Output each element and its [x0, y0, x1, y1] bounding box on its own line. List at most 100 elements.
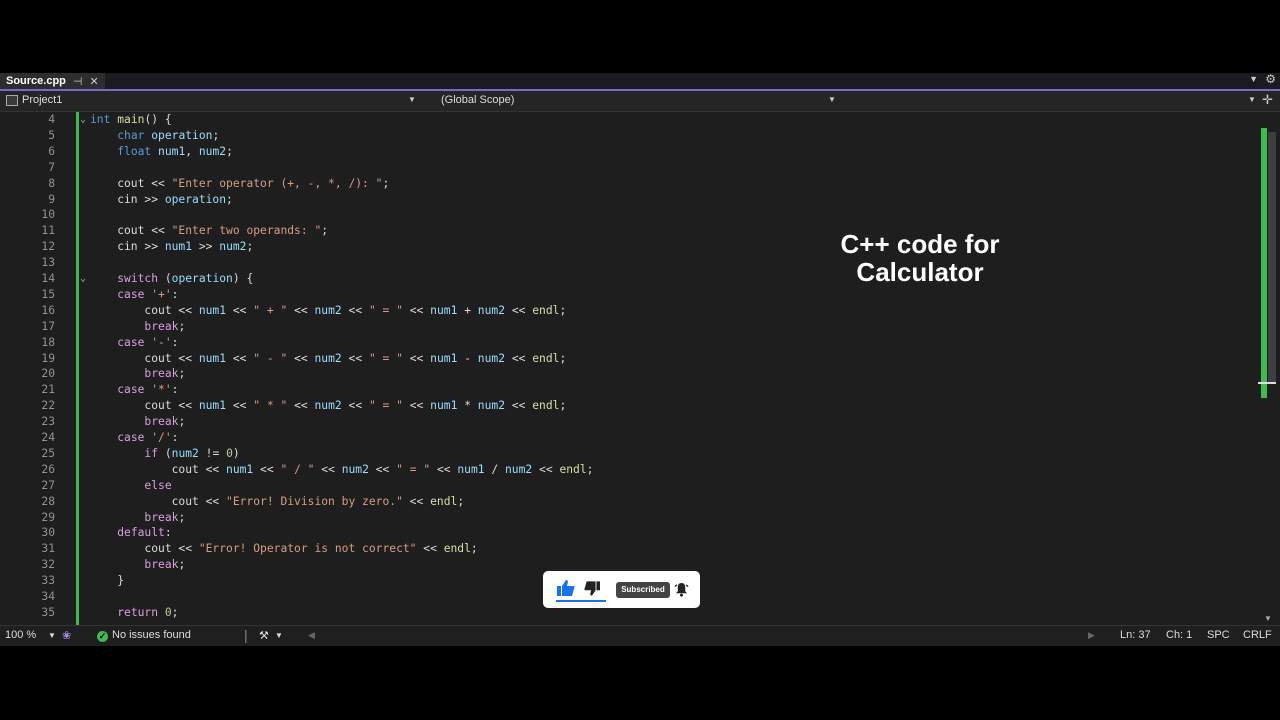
- title-line-2: Calculator: [856, 257, 984, 287]
- column-number[interactable]: Ch: 1: [1166, 629, 1192, 641]
- line-number: 33: [41, 574, 55, 588]
- scrollbar-thumb[interactable]: [1268, 132, 1276, 382]
- code-line[interactable]: 15 case '+':: [0, 287, 1258, 303]
- tab-list-dropdown-icon[interactable]: ▼: [1249, 74, 1258, 84]
- code-text: cout << "Enter two operands: ";: [90, 224, 329, 238]
- line-number: 10: [41, 208, 55, 222]
- code-text: float num1, num2;: [117, 144, 233, 158]
- code-text: break;: [144, 510, 186, 524]
- subscribed-button[interactable]: Subscribed: [616, 582, 670, 598]
- code-line[interactable]: 18 case '-':: [0, 335, 1258, 351]
- code-line[interactable]: 14 ⌄ switch (operation) {: [0, 271, 1258, 287]
- code-line[interactable]: 24 case '/':: [0, 430, 1258, 446]
- code-line[interactable]: 7: [0, 160, 1258, 176]
- line-number: 22: [41, 399, 55, 413]
- code-line[interactable]: 30 default:: [0, 525, 1258, 541]
- line-number: 8: [48, 176, 55, 190]
- code-editor[interactable]: 4 ⌄ int main() {5 char operation; 6 float n…: [0, 112, 1258, 625]
- fold-toggle-icon[interactable]: ⌄: [80, 112, 86, 128]
- code-line[interactable]: 8 cout << "Enter operator (+, -, *, /): …: [0, 176, 1258, 192]
- code-line[interactable]: 6 float num1, num2;: [0, 144, 1258, 160]
- scope-selector[interactable]: (Global Scope): [441, 94, 514, 106]
- code-line[interactable]: 25 if (num2 != 0): [0, 446, 1258, 462]
- check-icon: ✓: [97, 631, 108, 642]
- status-bar: 100 % ▼ ❀ ✓ No issues found | ⚒ ▼ ◀ ▶ Ln:…: [0, 625, 1280, 646]
- line-number: 7: [48, 160, 55, 174]
- code-line[interactable]: 12 cin >> num1 >> num2;: [0, 239, 1258, 255]
- code-line[interactable]: 21 case '*':: [0, 382, 1258, 398]
- line-number: 11: [41, 224, 55, 238]
- bell-icon[interactable]: [674, 582, 689, 597]
- split-view-icon[interactable]: ✛: [1262, 92, 1273, 108]
- tab-bar: Source.cpp ⊣ ✕ ▼ ⚙: [0, 72, 1280, 91]
- code-line[interactable]: 17 break;: [0, 319, 1258, 335]
- line-number: 35: [41, 605, 55, 619]
- line-number: 29: [41, 510, 55, 524]
- tab-source-cpp[interactable]: Source.cpp ⊣ ✕: [0, 73, 105, 89]
- thumbs-down-icon[interactable]: [584, 581, 600, 596]
- zoom-level[interactable]: 100 %: [5, 629, 36, 641]
- thumbs-up-icon[interactable]: [557, 580, 575, 596]
- code-line[interactable]: 9 cin >> operation;: [0, 192, 1258, 208]
- line-number: 20: [41, 367, 55, 381]
- code-line[interactable]: 11 cout << "Enter two operands: ";: [0, 223, 1258, 239]
- code-text: case '-':: [117, 335, 179, 349]
- code-cleanup-icon[interactable]: ⚒: [259, 629, 269, 642]
- vertical-scrollbar[interactable]: ▼: [1258, 112, 1280, 625]
- code-text: else: [144, 478, 172, 492]
- code-text: cout << num1 << " * " << num2 << " = " <…: [90, 399, 567, 413]
- subscribe-widget: Subscribed: [543, 571, 700, 608]
- line-number[interactable]: Ln: 37: [1120, 629, 1151, 641]
- line-number: 13: [41, 256, 55, 270]
- code-text: cout << num1 << " / " << num2 << " = " <…: [90, 462, 594, 476]
- chevron-down-icon[interactable]: ▼: [408, 95, 416, 104]
- code-text: cout << num1 << " + " << num2 << " = " <…: [90, 303, 567, 317]
- code-line[interactable]: 26 cout << num1 << " / " << num2 << " = …: [0, 462, 1258, 478]
- code-line[interactable]: 5 char operation;: [0, 128, 1258, 144]
- code-line[interactable]: 20 break;: [0, 366, 1258, 382]
- line-number: 15: [41, 287, 55, 301]
- line-ending[interactable]: CRLF: [1243, 629, 1272, 641]
- code-line[interactable]: 13: [0, 255, 1258, 271]
- chevron-down-icon[interactable]: ▼: [275, 631, 283, 640]
- code-line[interactable]: 16 cout << num1 << " + " << num2 << " = …: [0, 303, 1258, 319]
- code-text: cout << num1 << " - " << num2 << " = " <…: [90, 351, 567, 365]
- line-number: 14: [41, 272, 55, 285]
- line-number: 16: [41, 303, 55, 317]
- pin-icon[interactable]: ⊣: [73, 75, 83, 88]
- fold-toggle-icon[interactable]: ⌄: [80, 271, 86, 287]
- copilot-icon[interactable]: ❀: [62, 629, 71, 642]
- scroll-left-icon[interactable]: ◀: [308, 630, 315, 641]
- code-line[interactable]: 4 ⌄ int main() {: [0, 112, 1258, 128]
- line-number: 32: [41, 558, 55, 572]
- gear-icon[interactable]: ⚙: [1265, 72, 1276, 86]
- close-icon[interactable]: ✕: [90, 75, 99, 88]
- code-line[interactable]: 19 cout << num1 << " - " << num2 << " = …: [0, 351, 1258, 367]
- line-number: 4: [48, 113, 55, 126]
- code-line[interactable]: 29 break;: [0, 510, 1258, 526]
- line-number: 23: [41, 415, 55, 429]
- code-text: break;: [144, 415, 186, 429]
- code-line[interactable]: 23 break;: [0, 414, 1258, 430]
- project-label: Project1: [22, 94, 63, 106]
- indentation-mode[interactable]: SPC: [1207, 629, 1230, 641]
- code-line[interactable]: 31 cout << "Error! Operator is not corre…: [0, 541, 1258, 557]
- chevron-down-icon[interactable]: ▼: [48, 631, 56, 640]
- code-text: if (num2 != 0): [144, 446, 240, 460]
- code-line[interactable]: 10: [0, 207, 1258, 223]
- like-active-indicator: [556, 600, 606, 602]
- issues-indicator[interactable]: ✓ No issues found: [97, 629, 191, 642]
- code-text: case '+':: [117, 287, 179, 301]
- code-line[interactable]: 22 cout << num1 << " * " << num2 << " = …: [0, 398, 1258, 414]
- code-text: cout << "Error! Operator is not correct"…: [90, 542, 478, 556]
- chevron-down-icon[interactable]: ▼: [828, 95, 836, 104]
- chevron-down-icon[interactable]: ▼: [1248, 95, 1256, 104]
- code-line[interactable]: 27 else: [0, 478, 1258, 494]
- scroll-right-icon[interactable]: ▶: [1088, 630, 1095, 641]
- line-number: 5: [48, 128, 55, 142]
- code-text: case '*':: [117, 383, 179, 397]
- video-title-overlay: C++ code for Calculator: [820, 230, 1020, 286]
- code-line[interactable]: 28 cout << "Error! Division by zero." <<…: [0, 494, 1258, 510]
- project-selector[interactable]: Project1: [6, 94, 62, 106]
- scroll-down-icon[interactable]: ▼: [1264, 614, 1272, 623]
